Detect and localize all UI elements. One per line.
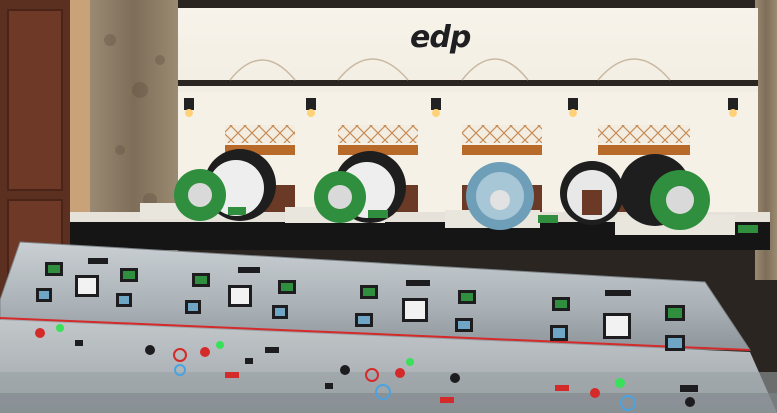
edp-logo: edp (410, 20, 471, 55)
sconce-4 (568, 98, 578, 117)
sconce-3 (431, 98, 441, 117)
museum-scene: edp (0, 0, 777, 413)
scene-illustration (0, 0, 777, 413)
sconce-1 (184, 98, 194, 117)
generator-4 (560, 161, 624, 225)
sconce-2 (306, 98, 316, 117)
sconce-5 (728, 98, 738, 117)
